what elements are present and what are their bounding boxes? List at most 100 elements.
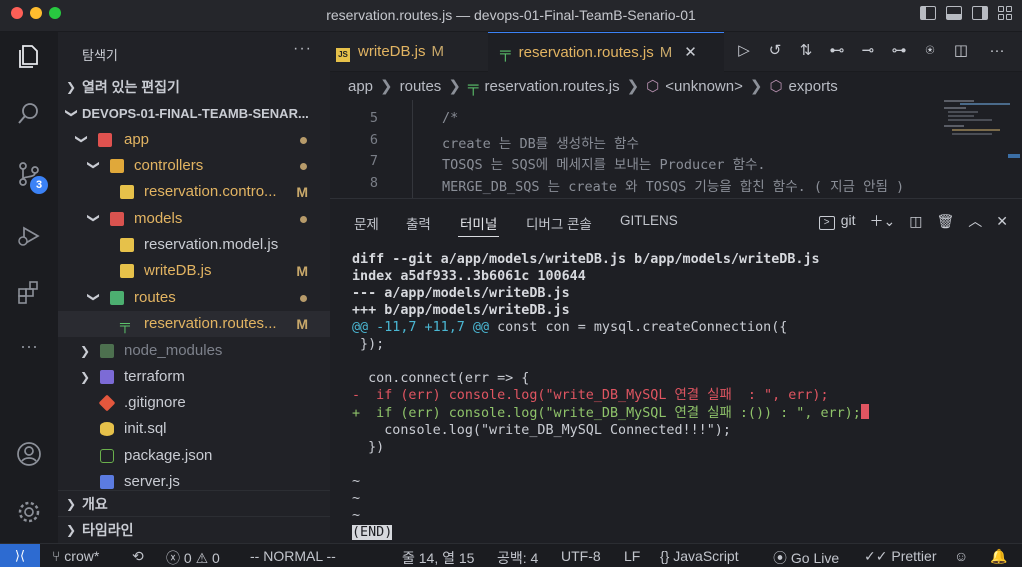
tree-file-reservation-routes[interactable]: ╤ reservation.routes... M: [58, 311, 330, 337]
modified-dot: [300, 295, 307, 302]
js-file-icon: [120, 264, 134, 278]
close-panel-icon[interactable]: ✕: [996, 213, 1008, 230]
tree-folder-terraform[interactable]: ❯ terraform: [58, 364, 330, 390]
broadcast-icon: ⦿: [773, 550, 791, 566]
code-line: TOSQS 는 SQS에 메세지를 보내는 Producer 함수.: [442, 157, 766, 173]
tab-debug-console[interactable]: 디버그 콘솔: [526, 213, 592, 233]
tree-folder-controllers[interactable]: ❯ controllers: [58, 153, 330, 179]
breadcrumb-app[interactable]: app: [348, 78, 373, 95]
terminal-output[interactable]: diff --git a/app/models/writeDB.js b/app…: [352, 251, 869, 541]
more-views-icon[interactable]: ···: [15, 332, 43, 360]
terminal-instance[interactable]: > git: [818, 212, 856, 230]
chevron-down-icon: ❯: [87, 160, 101, 171]
tree-folder-app[interactable]: ❯ app: [58, 127, 330, 153]
more-actions-icon[interactable]: ···: [988, 42, 1006, 60]
go-live-button[interactable]: ⦿ Go Live: [773, 548, 839, 567]
diff-added-line: + if (err) console.log("write_DB_MySQL 연…: [352, 406, 861, 421]
routes-file-icon: ╤: [120, 316, 130, 332]
tree-file-package-json[interactable]: package.json: [58, 443, 330, 469]
customize-layout-icon[interactable]: [998, 6, 1014, 20]
settings-gear-icon[interactable]: [15, 498, 43, 526]
double-check-icon: ✓✓: [864, 548, 892, 564]
window-title: reservation.routes.js — devops-01-Final-…: [326, 7, 696, 23]
chevron-right-icon: ❯: [66, 523, 77, 537]
code-line: create 는 DB를 생성하는 함수: [442, 136, 639, 152]
code-editor[interactable]: 5 /* 6 create 는 DB를 생성하는 함수 7 TOSQS 는 SQ…: [330, 100, 940, 198]
tree-file-reservation-controller[interactable]: reservation.contro... M: [58, 179, 330, 205]
tree-file-reservation-model[interactable]: reservation.model.js: [58, 232, 330, 258]
toggle-sidebar-icon[interactable]: [920, 6, 936, 20]
tree-folder-models[interactable]: ❯ models: [58, 206, 330, 232]
split-terminal-icon[interactable]: ◫: [909, 213, 922, 230]
split-editor-icon[interactable]: ◫: [952, 42, 970, 60]
node-file-icon: [100, 449, 114, 463]
chevron-right-icon: ❯: [66, 497, 77, 511]
title-bar: reservation.routes.js — devops-01-Final-…: [0, 0, 1022, 32]
tab-writedb[interactable]: JS writeDB.js M: [330, 32, 488, 72]
extensions-icon[interactable]: [15, 278, 43, 306]
kill-terminal-icon[interactable]: 🗑: [936, 213, 954, 230]
encoding[interactable]: UTF-8: [561, 548, 601, 564]
open-changes-icon[interactable]: ⊸: [859, 42, 877, 60]
breadcrumb-unknown[interactable]: <unknown>: [665, 78, 743, 95]
folder-controllers-icon: [110, 159, 124, 173]
compare-changes-icon[interactable]: ⇅: [797, 42, 815, 60]
tree-file-init-sql[interactable]: init.sql: [58, 416, 330, 442]
remote-indicator-icon[interactable]: ⟩⟨: [0, 544, 40, 567]
chevron-right-icon: ❯: [80, 344, 91, 358]
tab-gitlens[interactable]: GITLENS: [620, 213, 678, 228]
explorer-more-icon[interactable]: ···: [293, 40, 312, 58]
tree-file-writedb[interactable]: writeDB.js M: [58, 258, 330, 284]
modified-dot: [300, 216, 307, 223]
previous-commit-icon[interactable]: ⊷: [828, 42, 846, 60]
search-icon[interactable]: [15, 100, 43, 128]
cursor-position[interactable]: 줄 14, 열 15: [402, 548, 474, 567]
activity-bar: 3 ···: [0, 32, 58, 543]
minimap[interactable]: [940, 98, 1020, 198]
tree-file-gitignore[interactable]: .gitignore: [58, 390, 330, 416]
next-commit-icon[interactable]: ⊶: [890, 42, 908, 60]
explorer-icon[interactable]: [15, 42, 43, 70]
branch-icon: ⑂: [52, 548, 65, 564]
breadcrumb-routes[interactable]: routes: [400, 78, 442, 95]
feedback-icon[interactable]: ☺: [954, 548, 968, 564]
open-editors-section[interactable]: ❯ 열려 있는 편집기: [58, 74, 330, 100]
problems-status[interactable]: ⓧ 0 ⚠ 0: [166, 548, 220, 567]
tab-reservation-routes[interactable]: ╤ reservation.routes.js M ✕: [488, 32, 724, 72]
project-section[interactable]: ❯ DEVOPS-01-FINAL-TEAMB-SENAR...: [58, 101, 330, 127]
tree-folder-node-modules[interactable]: ❯ node_modules: [58, 338, 330, 364]
toggle-secondary-sidebar-icon[interactable]: [972, 6, 988, 20]
breadcrumb-exports[interactable]: exports: [789, 78, 838, 95]
indentation[interactable]: 공백: 4: [497, 548, 538, 567]
prettier-status[interactable]: ✓✓ Prettier: [864, 548, 936, 565]
branch-status[interactable]: ⑂ crow*: [52, 548, 99, 564]
account-icon[interactable]: [15, 440, 43, 468]
maximize-panel-icon[interactable]: ︿: [968, 211, 982, 231]
notifications-bell-icon[interactable]: 🔔: [990, 548, 1007, 565]
run-icon[interactable]: ▷: [735, 42, 753, 60]
run-debug-icon[interactable]: [15, 220, 43, 248]
explorer-sidebar: 탐색기 ··· ❯ 열려 있는 편집기 ❯ DEVOPS-01-FINAL-TE…: [58, 32, 330, 543]
chevron-down-icon: ❯: [75, 134, 89, 145]
tree-folder-routes[interactable]: ❯ routes: [58, 285, 330, 311]
chevron-down-icon: ❯: [87, 292, 101, 303]
end-of-line[interactable]: LF: [624, 548, 640, 564]
close-tab-icon[interactable]: ✕: [684, 44, 697, 61]
tab-terminal[interactable]: 터미널: [457, 213, 500, 237]
code-line: MERGE_DB_SQS 는 create 와 TOSQS 기능을 합친 함수.…: [442, 179, 905, 195]
gitlens-icon[interactable]: ⍟: [921, 42, 939, 60]
explorer-title: 탐색기: [82, 48, 118, 63]
language-mode[interactable]: {} JavaScript: [660, 548, 739, 564]
tab-output[interactable]: 출력: [406, 213, 431, 233]
new-terminal-icon[interactable]: ＋⌄: [870, 211, 896, 231]
toggle-panel-icon[interactable]: [946, 6, 962, 20]
sync-icon[interactable]: ⟲: [132, 548, 144, 565]
timeline-history-icon[interactable]: ↺: [766, 42, 784, 60]
timeline-section[interactable]: ❯ 타임라인: [58, 516, 330, 542]
chevron-right-icon: ❯: [80, 370, 91, 384]
breadcrumb-file[interactable]: reservation.routes.js: [485, 78, 620, 95]
outline-section[interactable]: ❯ 개요: [58, 490, 330, 516]
database-file-icon: [100, 422, 114, 436]
js-file-icon: JS: [336, 48, 350, 62]
tab-problems[interactable]: 문제: [354, 213, 379, 233]
